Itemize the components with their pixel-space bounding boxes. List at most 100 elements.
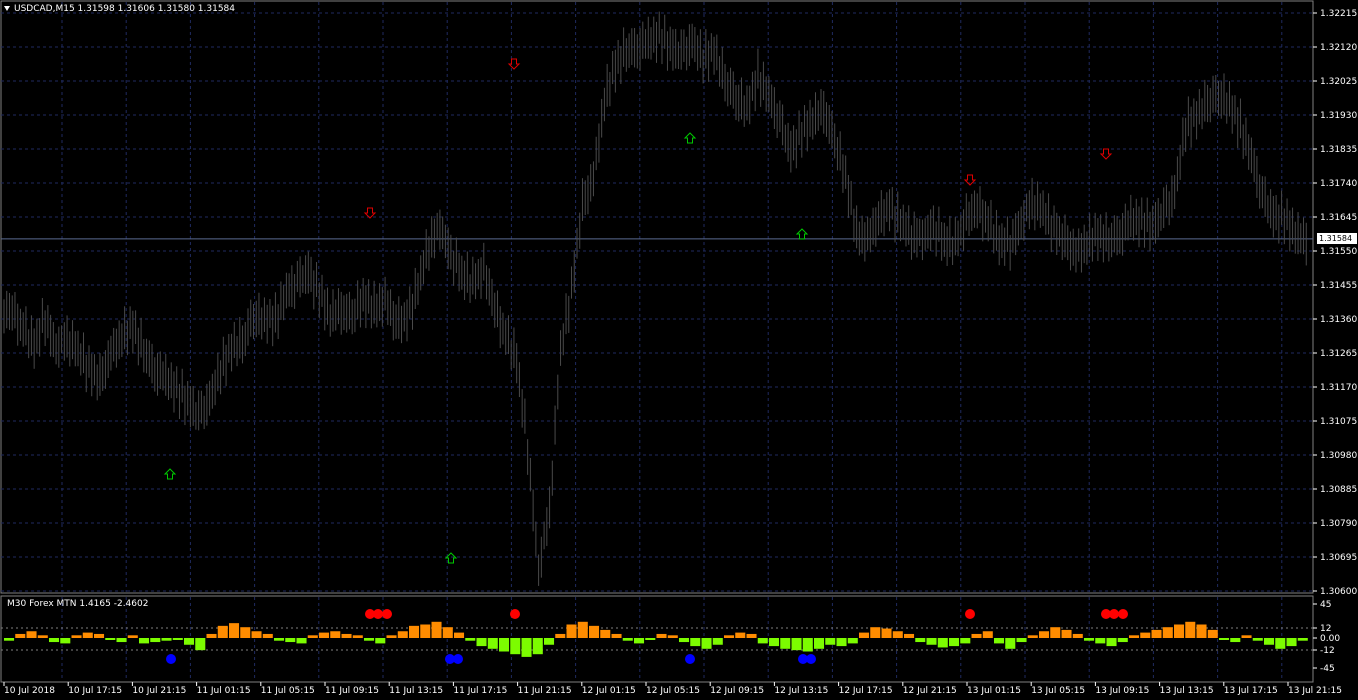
indicator-bar (116, 638, 127, 643)
price-tick-label: 1.31550 (1320, 247, 1357, 257)
signal-dot-top (1109, 609, 1119, 619)
indicator-bar (949, 638, 960, 647)
time-tick-label: 11 Jul 21:15 (518, 686, 572, 696)
indicator-bar (904, 633, 915, 638)
signal-dot-top (382, 609, 392, 619)
indicator-bar (656, 633, 667, 638)
indicator-bar (1174, 624, 1185, 638)
dropdown-triangle-icon[interactable] (4, 6, 10, 11)
indicator-bar (465, 638, 476, 641)
indicator-bar (746, 633, 757, 638)
indicator-bar (1275, 638, 1286, 649)
price-tick-label: 1.32215 (1320, 9, 1357, 19)
indicator-bar (49, 638, 60, 643)
indicator-bar (712, 638, 723, 645)
indicator-bar (1095, 638, 1106, 644)
indicator-bar (217, 625, 228, 638)
indicator-bar (37, 635, 48, 638)
indicator-bar (960, 638, 971, 644)
time-tick-label: 13 Jul 01:15 (967, 686, 1021, 696)
indicator-bar (1185, 621, 1196, 638)
time-tick-label: 10 Jul 17:15 (68, 686, 122, 696)
indicator-bar (15, 633, 26, 638)
indicator-bar (870, 627, 881, 638)
indicator-bar (679, 638, 690, 643)
indicator-bar (622, 638, 633, 641)
indicator-bar (1072, 633, 1083, 638)
price-tick-label: 1.31835 (1320, 145, 1357, 155)
indicator-bar (375, 638, 386, 644)
indicator-bar (802, 638, 813, 652)
price-tick-label: 1.30980 (1320, 451, 1357, 461)
indicator-tick-label: 0.00 (1320, 634, 1340, 644)
time-tick-label: 12 Jul 17:15 (839, 686, 893, 696)
indicator-bar (1241, 635, 1252, 638)
indicator-bar (364, 638, 375, 641)
indicator-bar (307, 635, 318, 638)
indicator-bar (589, 625, 600, 638)
indicator-bar (1230, 638, 1241, 643)
indicator-bar (487, 638, 498, 649)
indicator-bar (1005, 638, 1016, 649)
indicator-bar (442, 627, 453, 638)
indicator-bar (319, 632, 330, 638)
symbol-info-text: USDCAD,M15 1.31598 1.31606 1.31580 1.315… (14, 4, 235, 14)
indicator-bar (881, 628, 892, 638)
indicator-bar (1129, 635, 1140, 638)
indicator-bar (296, 638, 307, 644)
indicator-bar (667, 635, 678, 638)
indicator-bar (251, 631, 262, 638)
indicator-bar (330, 631, 341, 638)
indicator-bar (150, 638, 161, 643)
time-tick-label: 12 Jul 05:15 (646, 686, 700, 696)
indicator-bar (971, 633, 982, 638)
indicator-bar (611, 633, 622, 638)
signal-dot-bottom (685, 654, 695, 664)
price-tick-label: 1.30600 (1320, 587, 1357, 597)
indicator-bar (769, 638, 780, 647)
time-tick-label: 11 Jul 17:15 (453, 686, 507, 696)
indicator-bar (1117, 638, 1128, 643)
indicator-bar (60, 638, 71, 644)
indicator-bar (82, 632, 93, 638)
indicator-bar (701, 638, 712, 649)
price-tick-label: 1.30885 (1320, 485, 1357, 495)
indicator-bar (544, 638, 555, 645)
symbol-info-bar[interactable]: USDCAD,M15 1.31598 1.31606 1.31580 1.315… (4, 3, 235, 16)
indicator-bar (274, 638, 285, 641)
price-tick-label: 1.30695 (1320, 553, 1357, 563)
signal-dot-top (510, 609, 520, 619)
indicator-tick-label: -45 (1320, 664, 1335, 674)
time-tick-label: 12 Jul 01:15 (582, 686, 636, 696)
signal-dot-top (373, 609, 383, 619)
indicator-bar (1084, 638, 1095, 641)
indicator-bar (724, 635, 735, 638)
price-tick-label: 1.31455 (1320, 281, 1357, 291)
indicator-bar (555, 633, 566, 638)
time-tick-label: 13 Jul 05:15 (1031, 686, 1085, 696)
time-tick-label: 13 Jul 17:15 (1224, 686, 1278, 696)
indicator-bar (982, 631, 993, 638)
time-tick-label: 12 Jul 21:15 (903, 686, 957, 696)
indicator-bar (229, 623, 240, 638)
indicator-bar (521, 638, 532, 657)
indicator-bar (1219, 638, 1230, 640)
indicator-bar (600, 629, 611, 638)
indicator-bar (926, 638, 937, 645)
time-tick-label: 12 Jul 09:15 (710, 686, 764, 696)
indicator-bar (994, 638, 1005, 644)
indicator-tick-label: -12 (1320, 646, 1335, 656)
indicator-bar (26, 631, 37, 638)
indicator-bar (1106, 638, 1117, 647)
indicator-bar (892, 631, 903, 638)
signal-dot-top (965, 609, 975, 619)
chart-canvas[interactable]: 1.32215 1.32120 1.32025 1.31930 1.31835 1.317… (0, 0, 1358, 700)
indicator-bar (206, 633, 217, 638)
indicator-bar (1196, 624, 1207, 638)
time-tick-label: 11 Jul 05:15 (261, 686, 315, 696)
time-tick-label: 13 Jul 09:15 (1095, 686, 1149, 696)
signal-dot-top (1118, 609, 1128, 619)
indicator-bar (825, 638, 836, 645)
indicator-bar (386, 635, 397, 638)
indicator-bar (420, 624, 431, 638)
